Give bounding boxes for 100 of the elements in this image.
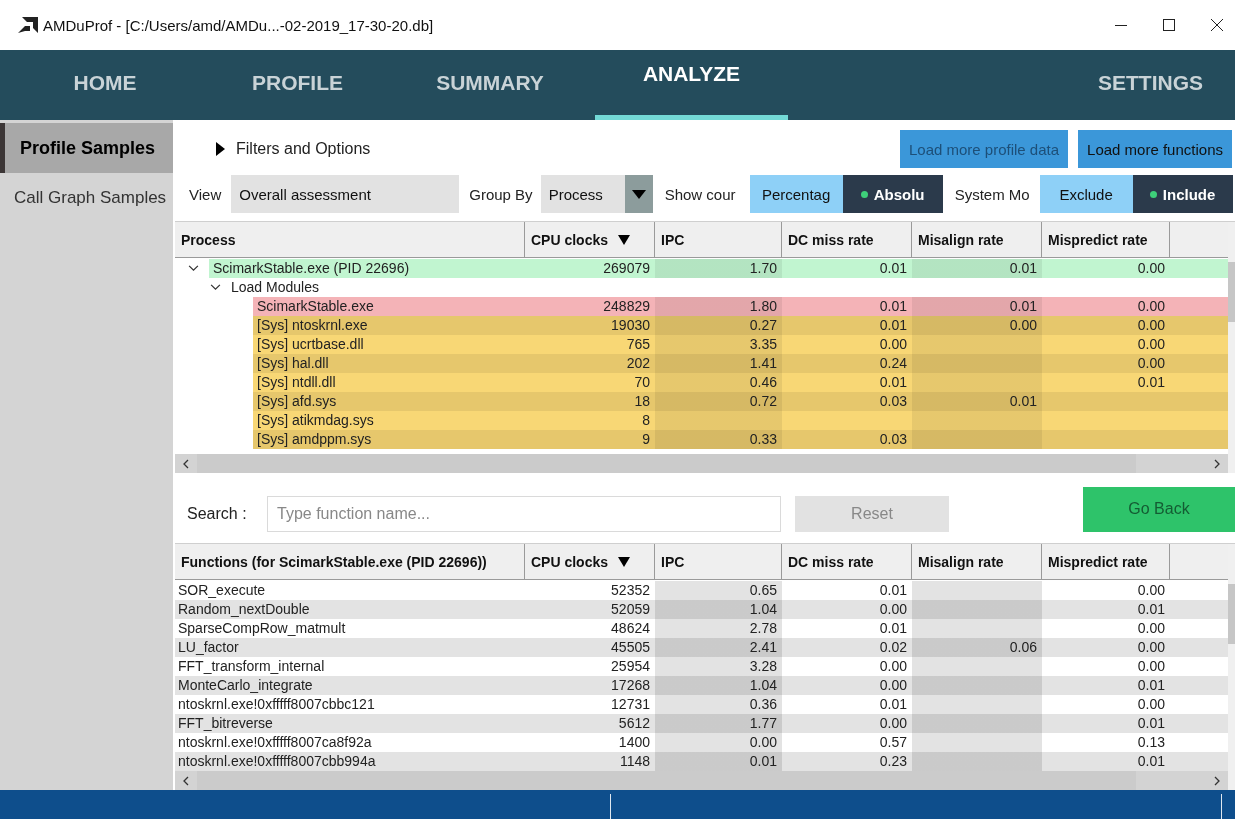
search-label: Search : [187,505,248,524]
table-cell: 0.46 [655,373,782,392]
table-row[interactable]: [Sys] ntdll.dll 70 0.46 0.01 0.01 [253,373,1228,392]
table-row[interactable]: [Sys] amdppm.sys 9 0.33 0.03 [253,430,1228,449]
scroll-left-icon[interactable] [183,775,189,786]
table-cell-text: 1148 [618,752,651,771]
nav-tab[interactable]: PROFILE [210,50,385,120]
table-cell-text: 0.13 [1136,733,1166,752]
table-cell-text: MonteCarlo_integrate [177,676,314,695]
table-cell: 3.28 [655,657,782,676]
toggle-option[interactable]: Percentag [749,175,843,213]
table-row[interactable]: ScimarkStable.exe (PID 22696) 269079 1.70 0.01 0.01 0.00 [209,259,1228,278]
table-cell-text: ntoskrnl.exe!0xfffff8007cbbc121 [177,695,376,714]
table-row[interactable]: [Sys] hal.dll 202 1.41 0.24 0.00 [253,354,1228,373]
vertical-scrollbar[interactable] [1228,222,1235,474]
sort-icon [618,234,631,245]
nav-tab[interactable]: ANALYZE [595,50,788,120]
table-cell-text: 0.01 [878,316,908,335]
table-row[interactable]: LU_factor 45505 2.41 0.02 0.06 0.00 [175,638,1228,657]
vertical-scrollbar[interactable] [1228,544,1235,790]
table-cell-text: 17268 [610,676,651,695]
table-cell-text: 18 [633,392,651,411]
column-header[interactable]: Mispredict rate [1042,222,1170,257]
chevron-icon[interactable] [188,265,199,272]
caret-icon [215,142,225,156]
table-cell-text: SOR_execute [177,581,267,600]
table-cell-text: 0.01 [1136,752,1166,771]
column-header[interactable]: CPU clocks [525,222,655,257]
table-row[interactable]: [Sys] atikmdag.sys 8 [253,411,1228,430]
sidebar-item[interactable]: Call Graph Samples [0,173,173,223]
table-cell-text: SparseCompRow_matmult [177,619,347,638]
view-label: View [189,185,222,203]
table-row[interactable]: ScimarkStable.exe 248829 1.80 0.01 0.01 0.00 [253,297,1228,316]
table-cell: 0.01 [912,297,1042,316]
table-row[interactable]: MonteCarlo_integrate 17268 1.04 0.00 0.01 [175,676,1228,695]
column-header[interactable]: IPC [655,544,782,579]
table-cell-text: 0.24 [878,354,908,373]
nav-tab[interactable]: SETTINGS [788,50,1235,120]
table-row[interactable]: [Sys] ntoskrnl.exe 19030 0.27 0.01 0.00 0.00 [253,316,1228,335]
table-cell-text: 0.00 [878,600,908,619]
maximize-icon[interactable] [1163,19,1175,31]
table-cell-text: 248829 [602,297,651,316]
table-cell-text: 0.00 [1136,657,1166,676]
table-cell-text: 0.01 [878,581,908,600]
table-cell-text: 70 [633,373,651,392]
table-cell-text: 0.00 [1136,259,1166,278]
column-header[interactable]: Misalign rate [912,544,1042,579]
table-cell: 1.41 [655,354,782,373]
scrollbar-thumb[interactable] [197,771,1136,790]
table-cell-text: [Sys] ntdll.dll [256,373,337,392]
window-title: AMDuProf - [C:/Users/amd/AMDu...-02-2019_17-30-20.db] [43,16,434,34]
table-cell-text: 0.01 [878,373,908,392]
table-cell-text: 0.01 [878,695,908,714]
table-cell-text: 0.00 [1136,354,1166,373]
table-cell: 2.41 [655,638,782,657]
table-cell-text: 0.00 [1136,695,1166,714]
column-header[interactable]: DC miss rate [782,544,912,579]
toggle-option[interactable]: Include [1132,175,1233,213]
scrollbar-thumb[interactable] [197,454,1136,474]
scroll-right-icon[interactable] [1214,458,1220,469]
table-cell-text: 12731 [610,695,651,714]
close-icon[interactable] [1211,19,1223,31]
table-cell-text: 0.01 [1136,600,1166,619]
table-cell-text: [Sys] atikmdag.sys [256,411,375,430]
table-cell-text: 765 [625,335,651,354]
group-by-dropdown[interactable]: Process [540,175,653,213]
table-row[interactable]: [Sys] ucrtbase.dll 765 3.35 0.00 0.00 [253,335,1228,354]
search-field[interactable]: Type function name... [267,496,781,533]
column-header[interactable]: Functions (for ScimarkStable.exe (PID 22696)) [175,544,525,579]
chevron-icon[interactable] [210,284,221,291]
filters-toggle[interactable]: Filters and Options [175,134,371,164]
column-header[interactable]: CPU clocks [525,544,655,579]
nav-tab[interactable]: HOME [0,50,210,120]
dot-icon [1149,190,1157,198]
column-header[interactable]: IPC [655,222,782,257]
table-cell-text: 202 [625,354,651,373]
table-row[interactable]: ntoskrnl.exe!0xfffff8007cbb994a 1148 0.01 0.23 0.01 [175,752,1228,771]
column-header[interactable]: DC miss rate [782,222,912,257]
table-row[interactable]: [Sys] afd.sys 18 0.72 0.03 0.01 [253,392,1228,411]
dot-icon [860,190,868,198]
column-header[interactable]: Misalign rate [912,222,1042,257]
table-row[interactable]: FFT_bitreverse 5612 1.77 0.00 0.01 [175,714,1228,733]
column-header[interactable]: Mispredict rate [1042,544,1170,579]
table-row[interactable]: Random_nextDouble 52059 1.04 0.00 0.01 [175,600,1228,619]
table-cell-text: 9 [641,430,651,449]
table-cell-text: [Sys] ucrtbase.dll [256,335,365,354]
nav-tab[interactable]: SUMMARY [385,50,595,120]
scroll-right-icon[interactable] [1214,775,1220,786]
toggle-option[interactable]: Exclude [1039,175,1133,213]
table-cell-text: 52059 [610,600,651,619]
table-cell-text: 0.00 [1136,297,1166,316]
column-header[interactable]: Process [175,222,525,257]
table-cell-text: 0.00 [1136,638,1166,657]
scroll-left-icon[interactable] [183,458,189,469]
tree-node[interactable]: Load Modules [231,278,319,297]
toggle-option[interactable]: Absolu [842,175,943,213]
sidebar-item[interactable]: Profile Samples [0,123,173,173]
view-dropdown[interactable]: Overall assessment [231,175,460,213]
table-cell-text: 0.00 [1136,335,1166,354]
load-button[interactable]: Load more functions [1078,130,1232,168]
